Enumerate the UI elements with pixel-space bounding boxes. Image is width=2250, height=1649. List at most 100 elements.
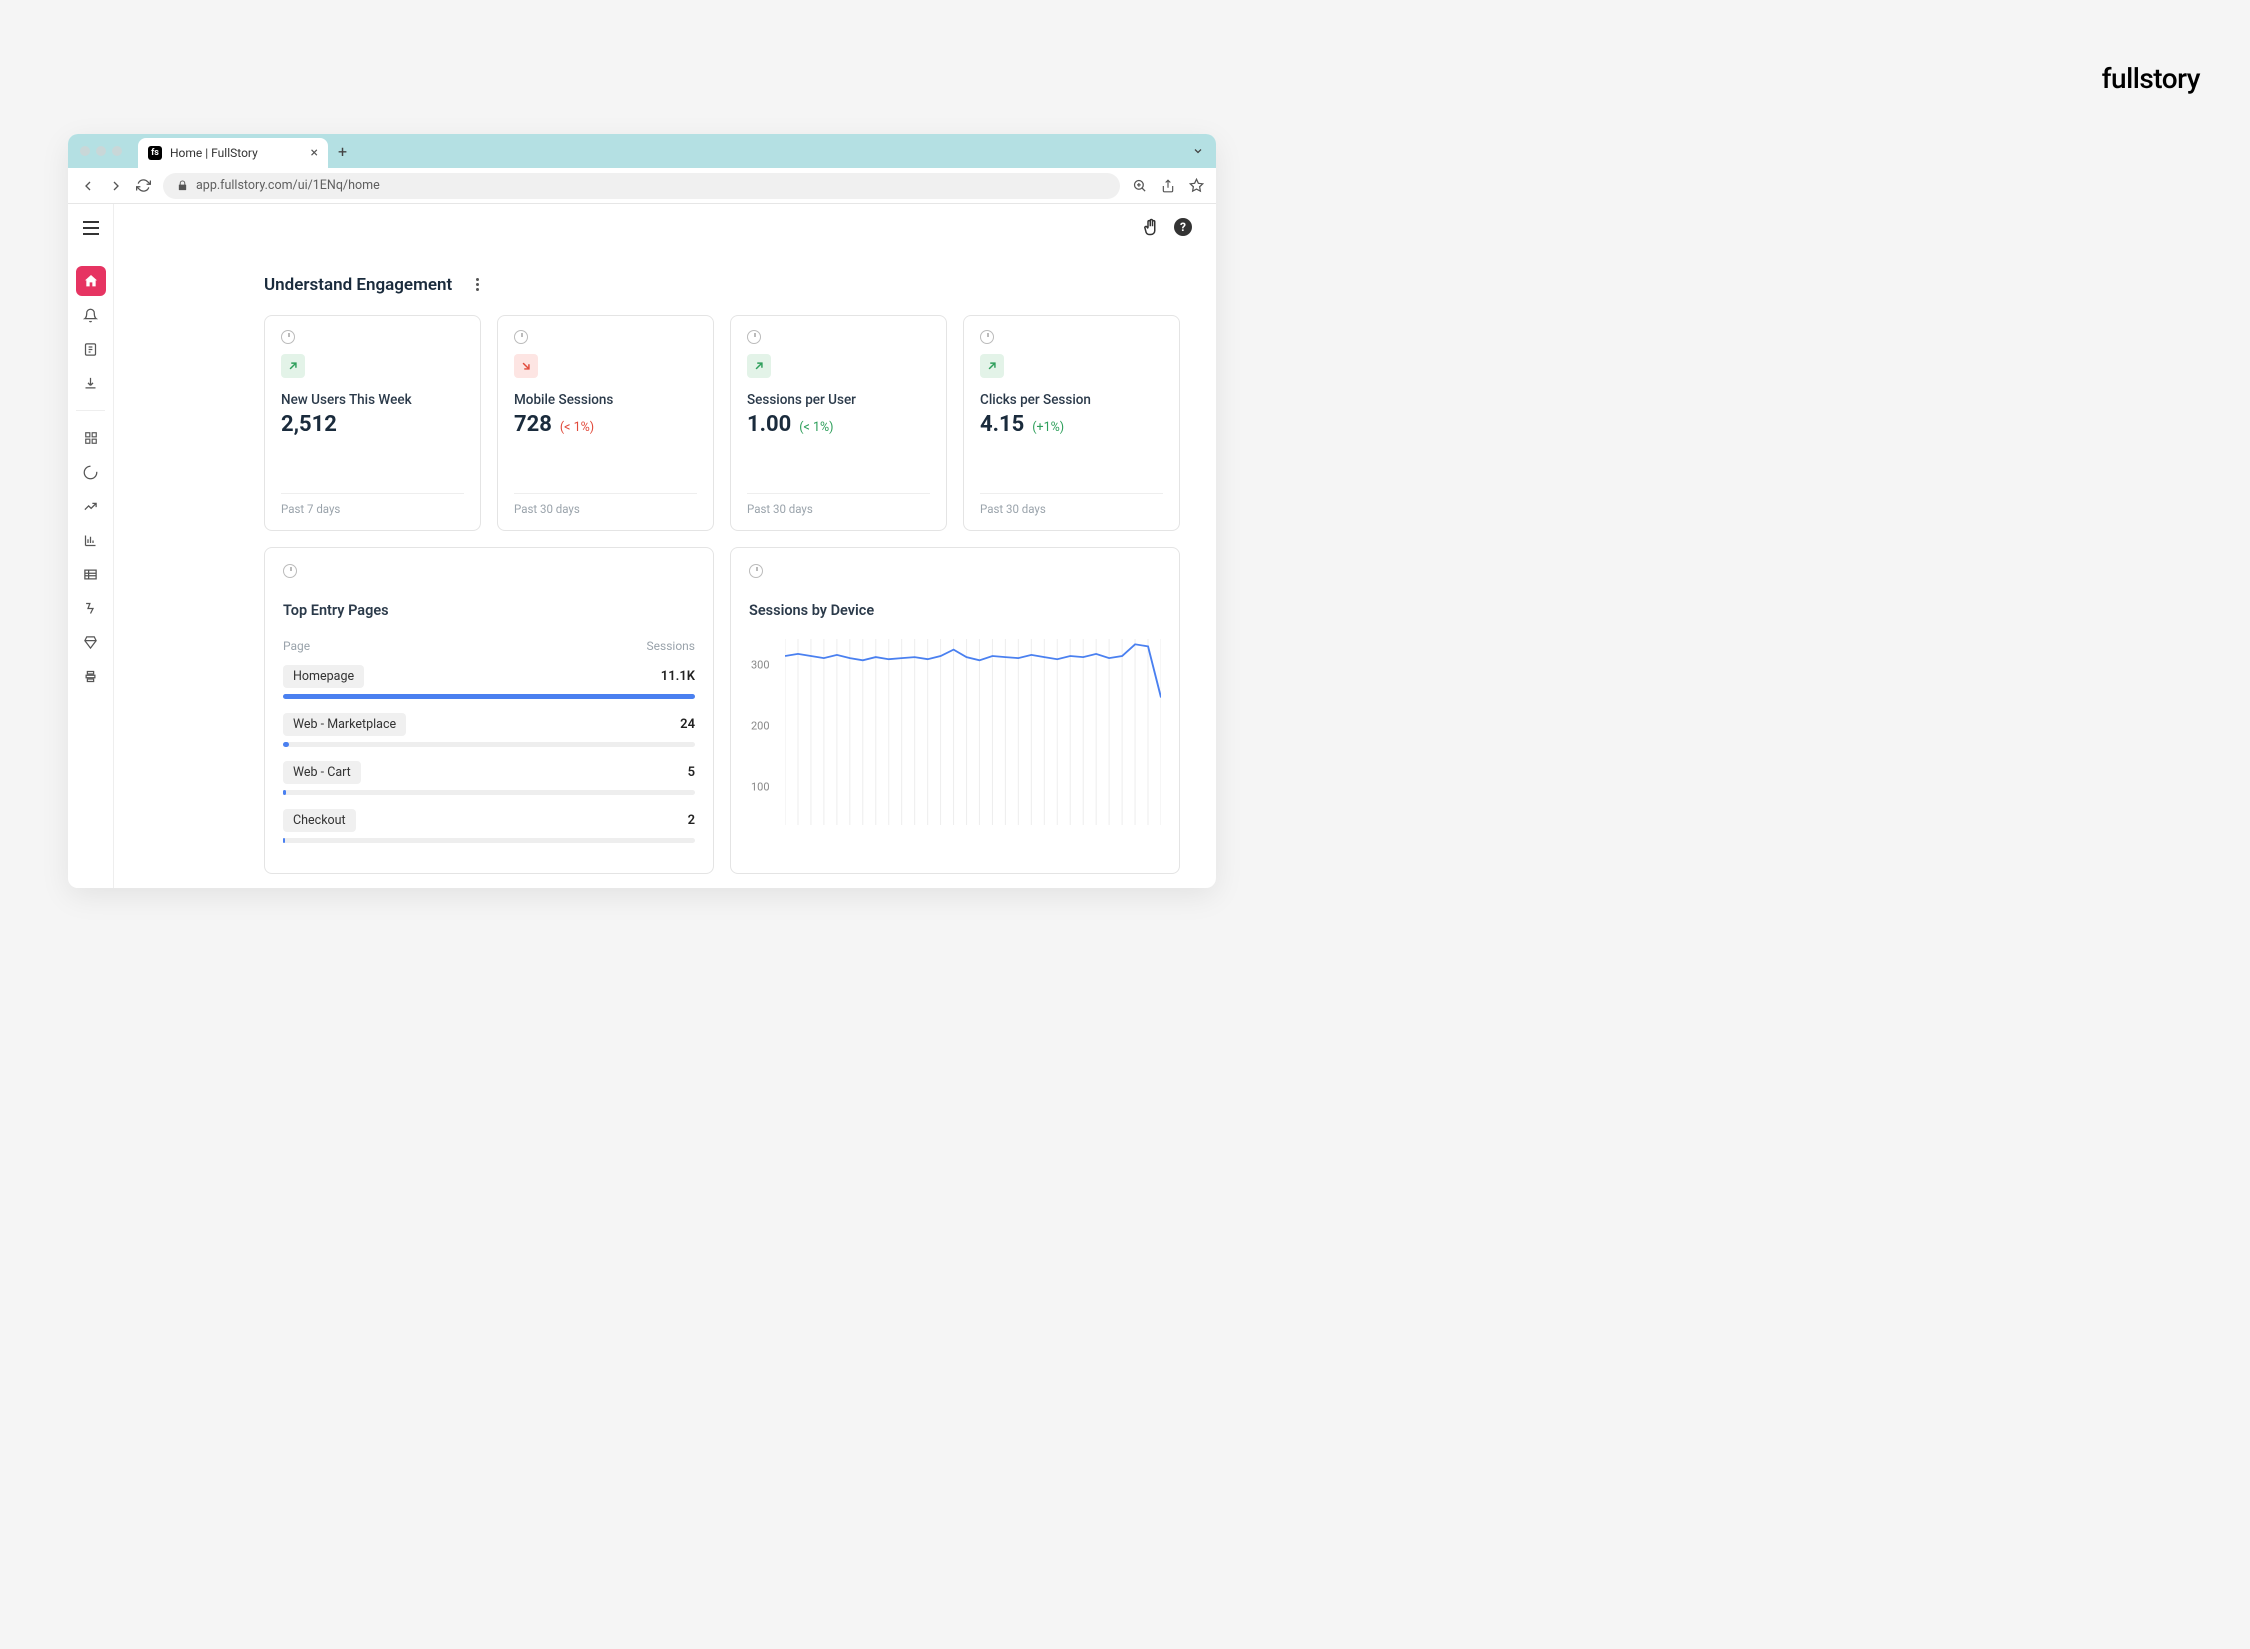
metric-card[interactable]: Mobile Sessions 728 (< 1%) Past 30 days <box>497 315 714 531</box>
help-icon[interactable]: ? <box>1174 218 1192 236</box>
line-chart <box>785 639 1161 825</box>
main: ? Understand Engagement New Users This W… <box>114 204 1216 888</box>
arrow-up-icon <box>980 354 1004 378</box>
traffic-min[interactable] <box>96 146 106 156</box>
metric-period: Past 30 days <box>514 493 697 516</box>
sidebar-diamond-icon[interactable] <box>76 627 106 657</box>
topbar-right: ? <box>1142 218 1192 236</box>
metric-period: Past 30 days <box>747 493 930 516</box>
share-icon[interactable] <box>1161 179 1175 193</box>
page-sessions: 11.1K <box>661 669 695 684</box>
sidebar-grid-icon[interactable] <box>76 423 106 453</box>
entry-pages-card: Top Entry Pages Page Sessions Homepage 1… <box>264 547 714 874</box>
clock-icon <box>747 330 761 344</box>
star-icon[interactable] <box>1189 178 1204 193</box>
metric-value: 728 <box>514 412 552 437</box>
brand-logo: fullstory <box>2102 62 2200 95</box>
arrow-up-icon <box>747 354 771 378</box>
col-page: Page <box>283 639 310 653</box>
tab-strip: fs Home | FullStory × + <box>68 134 1216 168</box>
traffic-max[interactable] <box>112 146 122 156</box>
kebab-menu-icon[interactable] <box>472 274 483 295</box>
y-tick-200: 200 <box>751 720 770 733</box>
tab-close-icon[interactable]: × <box>311 145 318 161</box>
browser-window: fs Home | FullStory × + app.fullstory.co… <box>68 134 1216 888</box>
sidebar-divider <box>76 410 105 411</box>
metric-delta: (+1%) <box>1032 420 1064 435</box>
metric-delta: (< 1%) <box>799 420 833 435</box>
page-sessions: 24 <box>680 717 695 732</box>
wide-cards-row: Top Entry Pages Page Sessions Homepage 1… <box>264 547 1180 874</box>
metric-label: Clicks per Session <box>980 392 1163 408</box>
metric-period: Past 7 days <box>281 493 464 516</box>
traffic-lights <box>80 146 122 156</box>
metric-label: New Users This Week <box>281 392 464 408</box>
zoom-icon[interactable] <box>1132 178 1147 193</box>
entry-rows: Homepage 11.1K Web - Marketplace 24 Web … <box>283 665 695 843</box>
metric-card[interactable]: Clicks per Session 4.15 (+1%) Past 30 da… <box>963 315 1180 531</box>
table-row[interactable]: Checkout 2 <box>283 809 695 843</box>
table-row[interactable]: Web - Marketplace 24 <box>283 713 695 747</box>
metric-delta: (< 1%) <box>560 420 594 435</box>
app-body: ? Understand Engagement New Users This W… <box>68 204 1216 888</box>
clock-icon <box>283 564 297 578</box>
browser-tab[interactable]: fs Home | FullStory × <box>138 138 328 168</box>
sidebar-bell-icon[interactable] <box>76 300 106 330</box>
chart-area: 300 200 100 <box>785 639 1161 825</box>
arrow-down-icon <box>514 354 538 378</box>
sidebar-trend-icon[interactable] <box>76 491 106 521</box>
page-name: Web - Marketplace <box>283 713 406 736</box>
clock-icon <box>281 330 295 344</box>
y-tick-100: 100 <box>751 781 770 794</box>
table-header: Page Sessions <box>283 639 695 653</box>
hand-icon[interactable] <box>1142 218 1160 236</box>
traffic-close[interactable] <box>80 146 90 156</box>
metric-label: Sessions per User <box>747 392 930 408</box>
metric-label: Mobile Sessions <box>514 392 697 408</box>
clock-icon <box>749 564 763 578</box>
table-row[interactable]: Web - Cart 5 <box>283 761 695 795</box>
page-name: Web - Cart <box>283 761 361 784</box>
sidebar-path-icon[interactable] <box>76 593 106 623</box>
sidebar-note-icon[interactable] <box>76 334 106 364</box>
col-sessions: Sessions <box>647 639 695 653</box>
forward-icon[interactable] <box>108 178 124 194</box>
url-field[interactable]: app.fullstory.com/ui/1ENq/home <box>163 173 1120 199</box>
metric-card[interactable]: Sessions per User 1.00 (< 1%) Past 30 da… <box>730 315 947 531</box>
page-name: Homepage <box>283 665 364 688</box>
progress-bar <box>283 742 695 747</box>
page-sessions: 5 <box>688 765 695 780</box>
sidebar-home-icon[interactable] <box>76 266 106 296</box>
new-tab-icon[interactable]: + <box>338 142 347 161</box>
menu-icon[interactable] <box>68 212 114 244</box>
table-row[interactable]: Homepage 11.1K <box>283 665 695 699</box>
sidebar <box>68 204 114 888</box>
sessions-device-card: Sessions by Device 300 200 100 <box>730 547 1180 874</box>
chevron-down-icon[interactable] <box>1192 145 1204 157</box>
metric-period: Past 30 days <box>980 493 1163 516</box>
content: Understand Engagement New Users This Wee… <box>114 204 1216 874</box>
entry-pages-title: Top Entry Pages <box>283 602 695 619</box>
section-header: Understand Engagement <box>264 274 1180 295</box>
back-icon[interactable] <box>80 178 96 194</box>
section-title: Understand Engagement <box>264 275 452 295</box>
favicon-icon: fs <box>148 146 162 160</box>
clock-icon <box>514 330 528 344</box>
sidebar-chart-icon[interactable] <box>76 525 106 555</box>
metric-value: 2,512 <box>281 412 337 437</box>
sessions-device-title: Sessions by Device <box>749 602 1161 619</box>
sidebar-download-icon[interactable] <box>76 368 106 398</box>
progress-bar <box>283 838 695 843</box>
sidebar-table-icon[interactable] <box>76 559 106 589</box>
url-text: app.fullstory.com/ui/1ENq/home <box>196 178 380 193</box>
sidebar-loading-icon[interactable] <box>76 457 106 487</box>
lock-icon <box>177 180 188 191</box>
metric-cards-row: New Users This Week 2,512 Past 7 days Mo… <box>264 315 1180 531</box>
y-tick-300: 300 <box>751 659 770 672</box>
page-sessions: 2 <box>688 813 695 828</box>
reload-icon[interactable] <box>136 178 151 193</box>
metric-card[interactable]: New Users This Week 2,512 Past 7 days <box>264 315 481 531</box>
progress-bar <box>283 790 695 795</box>
page-name: Checkout <box>283 809 356 832</box>
sidebar-layers-icon[interactable] <box>76 661 106 691</box>
